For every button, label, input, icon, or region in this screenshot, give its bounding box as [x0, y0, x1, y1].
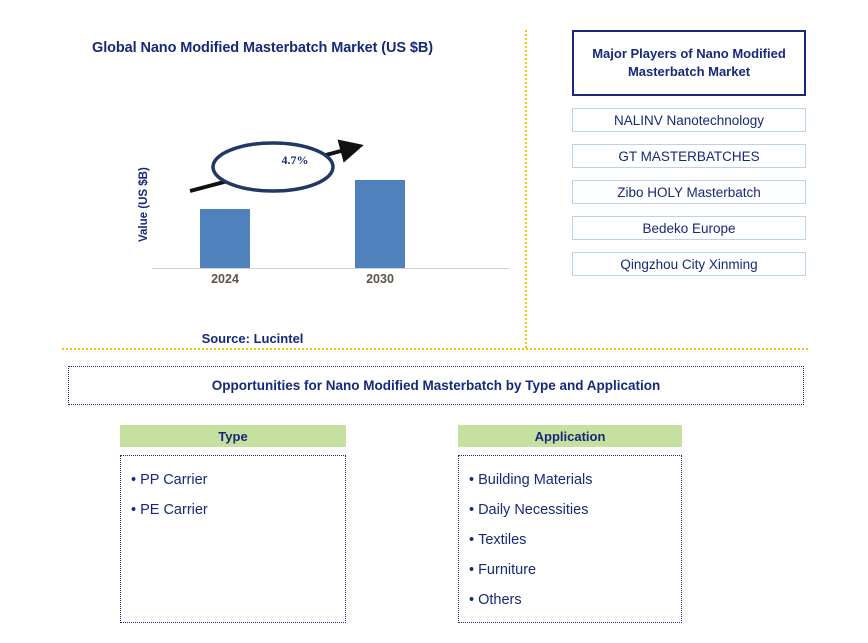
list-item: • Daily Necessities	[465, 495, 681, 525]
player-item: Zibo HOLY Masterbatch	[572, 180, 806, 204]
list-item-label: Furniture	[478, 562, 537, 578]
list-item: • Textiles	[465, 525, 681, 555]
cagr-value-label: 4.7%	[281, 153, 309, 167]
cagr-arrow-icon	[189, 139, 364, 193]
list-item-label: Building Materials	[478, 472, 593, 488]
list-item-label: Daily Necessities	[478, 502, 589, 518]
application-column-body: • Building Materials • Daily Necessities •…	[458, 455, 682, 623]
list-item: • Furniture	[465, 555, 681, 585]
bullet-icon: •	[469, 562, 475, 578]
type-column-body: • PP Carrier • PE Carrier	[120, 455, 346, 623]
major-players-panel: Major Players of Nano Modified Masterbat…	[572, 30, 806, 276]
list-item: • PP Carrier	[127, 465, 345, 495]
player-item: NALINV Nanotechnology	[572, 108, 806, 132]
horizontal-divider	[62, 348, 808, 350]
bullet-icon: •	[131, 472, 137, 488]
type-column: Type • PP Carrier • PE Carrier	[120, 425, 346, 623]
bullet-icon: •	[469, 532, 475, 548]
application-column-header: Application	[458, 425, 682, 447]
player-item: Qingzhou City Xinming	[572, 252, 806, 276]
x-tick-2024: 2024	[211, 272, 239, 286]
list-item-label: Textiles	[478, 532, 527, 548]
player-item: GT MASTERBATCHES	[572, 144, 806, 168]
bullet-icon: •	[131, 502, 137, 518]
bullet-icon: •	[469, 502, 475, 518]
bullet-icon: •	[469, 472, 475, 488]
bullet-icon: •	[469, 592, 475, 608]
list-item-label: PE Carrier	[140, 502, 208, 518]
vertical-divider	[525, 30, 527, 348]
list-item: • Building Materials	[465, 465, 681, 495]
list-item: • PE Carrier	[127, 495, 345, 525]
application-column: Application • Building Materials • Daily N…	[458, 425, 682, 623]
player-item: Bedeko Europe	[572, 216, 806, 240]
bar-chart-plot: Value (US $B) 4.7% 2024 2030	[138, 139, 510, 286]
list-item-label: Others	[478, 592, 522, 608]
list-item-label: PP Carrier	[140, 472, 208, 488]
y-axis-label: Value (US $B)	[138, 167, 150, 243]
x-axis-line	[152, 268, 510, 269]
bar-2024	[200, 209, 250, 268]
major-players-header: Major Players of Nano Modified Masterbat…	[572, 30, 806, 96]
list-item: • Others	[465, 585, 681, 615]
source-label: Source: Lucintel	[201, 331, 304, 346]
infographic-page: Global Nano Modified Masterbatch Market …	[0, 0, 868, 643]
type-column-header: Type	[120, 425, 346, 447]
opportunities-banner: Opportunities for Nano Modified Masterba…	[68, 366, 804, 405]
x-tick-2030: 2030	[366, 272, 394, 286]
chart-title: Global Nano Modified Masterbatch Market …	[92, 40, 433, 56]
market-chart-panel: Global Nano Modified Masterbatch Market …	[0, 14, 525, 348]
